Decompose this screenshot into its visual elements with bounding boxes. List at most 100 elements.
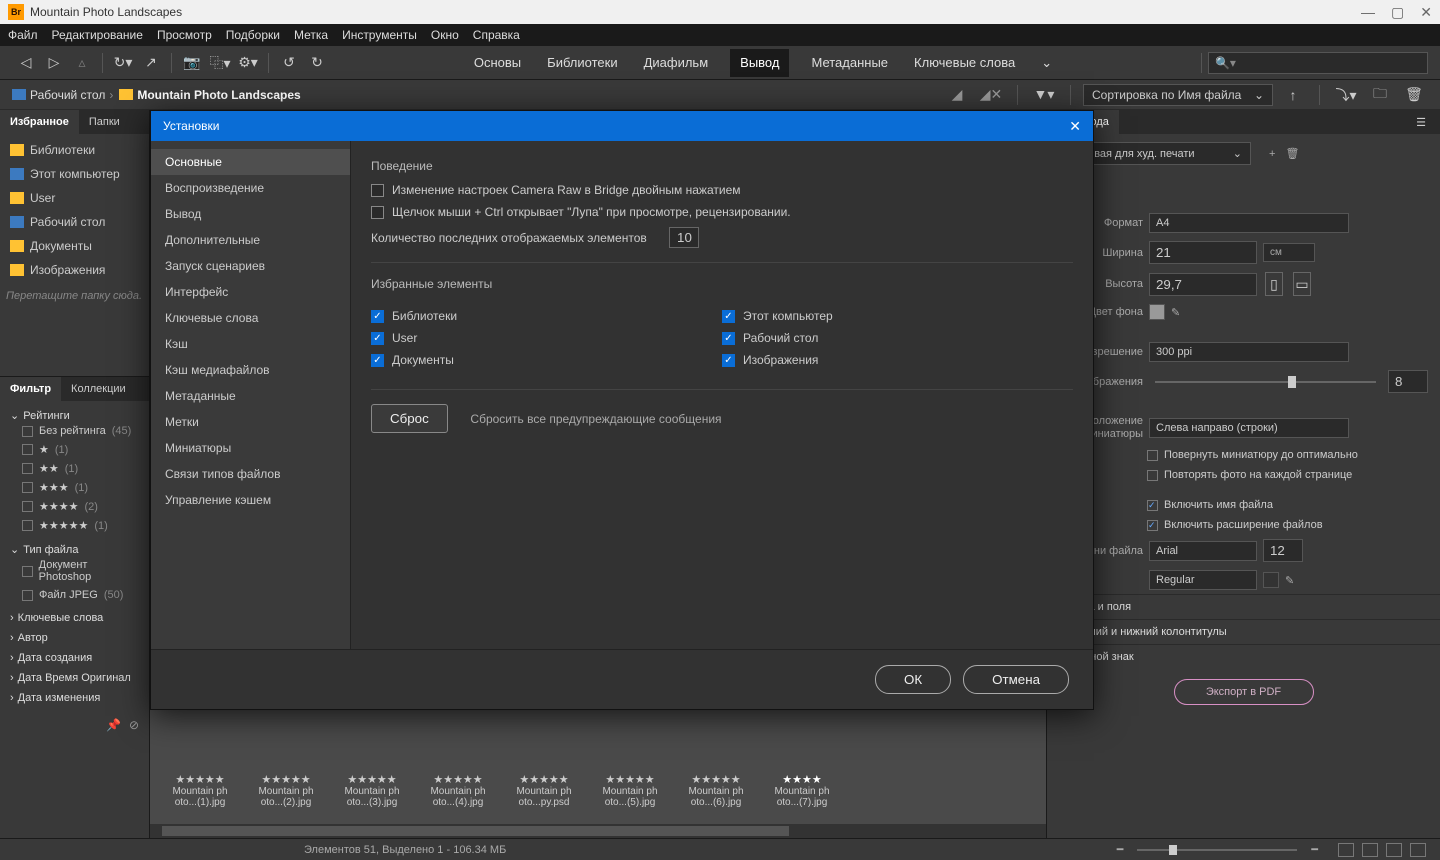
pin-icon[interactable]: 📌 bbox=[106, 718, 121, 732]
import-icon[interactable]: ⤵▾ bbox=[1334, 83, 1358, 107]
cb-fav-user[interactable] bbox=[371, 332, 384, 345]
thumb-1[interactable]: ★★★★★Mountain photo...(1).jpg bbox=[162, 773, 238, 808]
image-size-input[interactable] bbox=[1388, 370, 1428, 393]
rotate-checkbox[interactable] bbox=[1147, 450, 1158, 461]
fg-keywords[interactable]: ›Ключевые слова bbox=[10, 612, 139, 624]
path-desktop[interactable]: Рабочий стол› bbox=[12, 88, 113, 102]
nav-advanced[interactable]: Дополнительные bbox=[151, 227, 350, 253]
repeat-checkbox[interactable] bbox=[1147, 470, 1158, 481]
recent-count-input[interactable] bbox=[669, 227, 699, 248]
cb-fav-images[interactable] bbox=[722, 354, 735, 367]
panel-menu-icon[interactable]: ☰ bbox=[1416, 116, 1426, 129]
trash-icon[interactable]: 🗑 bbox=[1402, 83, 1426, 107]
menu-window[interactable]: Окно bbox=[431, 28, 459, 42]
recent-button[interactable]: ↻▾ bbox=[111, 51, 135, 75]
eyedropper-icon[interactable]: ✎ bbox=[1171, 306, 1180, 319]
thumb-4[interactable]: ★★★★★Mountain photo...(4).jpg bbox=[420, 773, 496, 808]
fg-author[interactable]: ›Автор bbox=[10, 632, 139, 644]
fg-date-mod[interactable]: ›Дата изменения bbox=[10, 692, 139, 704]
resolution-dropdown[interactable]: 300 ppi bbox=[1149, 342, 1349, 362]
delete-template-icon[interactable]: 🗑 bbox=[1285, 147, 1299, 160]
image-size-slider[interactable] bbox=[1155, 381, 1376, 383]
font-size-input[interactable] bbox=[1263, 539, 1303, 562]
bg-color-swatch[interactable] bbox=[1149, 304, 1165, 320]
nav-cache[interactable]: Кэш bbox=[151, 331, 350, 357]
nav-filetypes[interactable]: Связи типов файлов bbox=[151, 461, 350, 487]
tab-collections[interactable]: Коллекции bbox=[61, 377, 136, 401]
nav-general[interactable]: Основные bbox=[151, 149, 350, 175]
cancel-button[interactable]: Отмена bbox=[963, 665, 1069, 694]
open-folder-icon[interactable]: 🗀 bbox=[1368, 83, 1392, 107]
sort-dropdown[interactable]: Сортировка по Имя файла⌄ bbox=[1083, 84, 1273, 106]
close-icon[interactable]: ✕ bbox=[1420, 4, 1432, 21]
font-weight-dropdown[interactable]: Regular bbox=[1149, 570, 1257, 590]
thumb-6[interactable]: ★★★★★Mountain photo...(5).jpg bbox=[592, 773, 668, 808]
dialog-close-icon[interactable]: ✕ bbox=[1069, 118, 1081, 135]
add-template-icon[interactable]: + bbox=[1269, 148, 1275, 160]
nav-playback[interactable]: Воспроизведение bbox=[151, 175, 350, 201]
minimize-icon[interactable]: — bbox=[1361, 4, 1375, 21]
back-button[interactable]: ◁ bbox=[14, 51, 38, 75]
cb-fav-libraries[interactable] bbox=[371, 310, 384, 323]
nav-scripts[interactable]: Запуск сценариев bbox=[151, 253, 350, 279]
layout-dropdown[interactable]: Слева направо (строки) bbox=[1149, 418, 1349, 438]
rating-5[interactable]: ★★★★★(1) bbox=[10, 516, 139, 535]
reveal-button[interactable]: ↗ bbox=[139, 51, 163, 75]
ok-button[interactable]: ОК bbox=[875, 665, 951, 694]
thumb-3[interactable]: ★★★★★Mountain photo...(3).jpg bbox=[334, 773, 410, 808]
rating-none[interactable]: Без рейтинга (45) bbox=[10, 422, 139, 440]
dup-button[interactable]: ⿻▾ bbox=[208, 51, 232, 75]
zoom-slider[interactable] bbox=[1137, 849, 1297, 851]
nav-thumbnails[interactable]: Миниатюры bbox=[151, 435, 350, 461]
fav-documents[interactable]: Документы bbox=[0, 234, 149, 258]
funnel-icon[interactable]: ▼▾ bbox=[1032, 83, 1056, 107]
settings-button[interactable]: ⚙▾ bbox=[236, 51, 260, 75]
up-button[interactable]: ▵ bbox=[70, 51, 94, 75]
cb-cameraraw[interactable] bbox=[371, 184, 384, 197]
rotate-ccw-button[interactable]: ↺ bbox=[277, 51, 301, 75]
rating-4[interactable]: ★★★★(2) bbox=[10, 497, 139, 516]
zoom-out-icon[interactable]: ━ bbox=[1117, 843, 1124, 856]
ws-keywords[interactable]: Ключевые слова bbox=[910, 49, 1019, 77]
rating-3[interactable]: ★★★(1) bbox=[10, 478, 139, 497]
reset-warnings-button[interactable]: Сброс bbox=[371, 404, 448, 433]
nav-media-cache[interactable]: Кэш медиафайлов bbox=[151, 357, 350, 383]
maximize-icon[interactable]: ▢ bbox=[1391, 4, 1404, 21]
fg-date-created[interactable]: ›Дата создания bbox=[10, 652, 139, 664]
section-watermark[interactable]: ›Водяной знак bbox=[1047, 644, 1440, 669]
h-scrollbar[interactable] bbox=[150, 824, 1046, 838]
thumb-8[interactable]: ★★★★Mountain photo...(7).jpg bbox=[764, 773, 840, 808]
ws-filmstrip[interactable]: Диафильм bbox=[640, 49, 713, 77]
eyedropper-icon[interactable]: ✎ bbox=[1285, 574, 1294, 587]
forward-button[interactable]: ▷ bbox=[42, 51, 66, 75]
tab-folders[interactable]: Папки bbox=[79, 110, 130, 134]
view-list-icon[interactable] bbox=[1410, 843, 1426, 857]
section-grid[interactable]: ›Сетка и поля bbox=[1047, 594, 1440, 619]
menu-help[interactable]: Справка bbox=[473, 28, 520, 42]
unit-select[interactable]: см bbox=[1263, 243, 1315, 262]
export-pdf-button[interactable]: Экспорт в PDF bbox=[1174, 679, 1314, 705]
filetype-header[interactable]: ⌄Тип файла bbox=[10, 543, 139, 556]
rating-1[interactable]: ★(1) bbox=[10, 440, 139, 459]
zoom-in-icon[interactable]: ━ bbox=[1311, 843, 1318, 856]
cb-fav-desktop[interactable] bbox=[722, 332, 735, 345]
cb-fav-computer[interactable] bbox=[722, 310, 735, 323]
filter-star-icon[interactable]: ◢ bbox=[945, 83, 969, 107]
format-dropdown[interactable]: A4 bbox=[1149, 213, 1349, 233]
menu-file[interactable]: Файл bbox=[8, 28, 38, 42]
nav-metadata[interactable]: Метаданные bbox=[151, 383, 350, 409]
fav-desktop[interactable]: Рабочий стол bbox=[0, 210, 149, 234]
font-color-swatch[interactable] bbox=[1263, 572, 1279, 588]
fav-computer[interactable]: Этот компьютер bbox=[0, 162, 149, 186]
cb-fav-documents[interactable] bbox=[371, 354, 384, 367]
include-ext-checkbox[interactable] bbox=[1147, 520, 1158, 531]
ws-more[interactable]: ⌄ bbox=[1037, 49, 1056, 77]
section-header-footer[interactable]: ›Верхний и нижний колонтитулы bbox=[1047, 619, 1440, 644]
fav-user[interactable]: User bbox=[0, 186, 149, 210]
ratings-header[interactable]: ⌄Рейтинги bbox=[10, 409, 139, 422]
include-name-checkbox[interactable] bbox=[1147, 500, 1158, 511]
menu-tools[interactable]: Инструменты bbox=[342, 28, 417, 42]
menu-stacks[interactable]: Подборки bbox=[226, 28, 280, 42]
fav-libraries[interactable]: Библиотеки bbox=[0, 138, 149, 162]
nav-output[interactable]: Вывод bbox=[151, 201, 350, 227]
